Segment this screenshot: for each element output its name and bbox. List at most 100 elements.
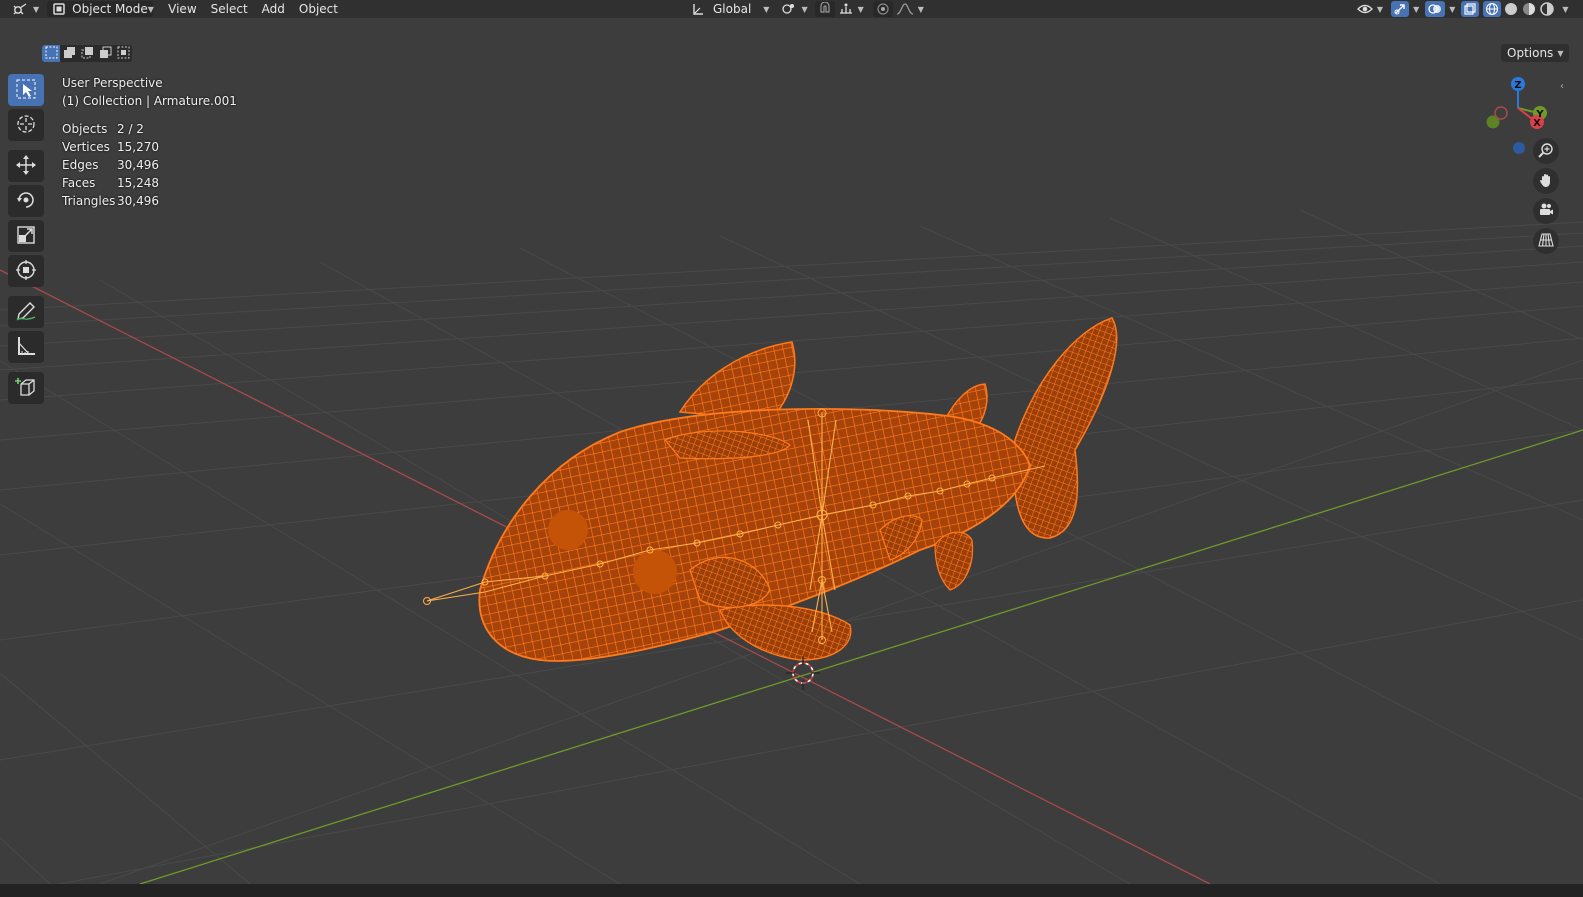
select-invert-button[interactable] (96, 45, 114, 62)
stat-row: Objects 2 / 2 (62, 120, 237, 138)
pan-button[interactable] (1533, 168, 1559, 194)
orientation-icon (691, 2, 705, 16)
perspective-toggle-button[interactable] (1533, 228, 1559, 254)
gizmo-x-label: X (1533, 118, 1541, 129)
falloff-curve-icon (896, 2, 914, 16)
tool-transform[interactable] (7, 255, 44, 287)
stat-value: 30,496 (117, 158, 159, 172)
stat-row: Faces 15,248 (62, 174, 237, 192)
scale-icon (15, 224, 37, 249)
menu-add[interactable]: Add (257, 1, 290, 17)
tail-fin[interactable] (1013, 317, 1118, 539)
eye-icon (1356, 2, 1373, 16)
fish-mesh[interactable] (478, 317, 1118, 662)
stat-row: Edges 30,496 (62, 156, 237, 174)
chevron-down-icon: ▼ (1413, 4, 1420, 14)
stat-label: Edges (62, 158, 99, 172)
stat-value: 15,248 (117, 176, 159, 190)
shading-solid-button[interactable] (1502, 1, 1520, 17)
menu-select[interactable]: Select (206, 1, 253, 17)
stat-label: Triangles (62, 194, 116, 208)
object-mode-icon (52, 2, 66, 16)
options-label: Options (1507, 46, 1554, 60)
editor-type-button[interactable]: ▼ (6, 1, 44, 17)
add-cube-icon (14, 376, 37, 401)
proportional-edit-toggle[interactable] (872, 1, 893, 17)
transform-orientation-dropdown[interactable]: Global ▼ (686, 1, 774, 17)
overlays-icon (1425, 1, 1446, 17)
sidebar-expand-arrow[interactable]: ‹ (1560, 81, 1564, 92)
zoom-icon (1538, 142, 1554, 161)
menu-object[interactable]: Object (294, 1, 343, 17)
tool-add-cube[interactable] (7, 372, 44, 404)
gizmo-toggle[interactable]: ▼ (1388, 1, 1422, 17)
camera-icon (1538, 202, 1554, 221)
select-invert-icon (99, 46, 112, 62)
chevron-down-icon: ▼ (801, 4, 808, 14)
3d-viewport[interactable]: Options ▼ User Perspective (1) Collectio… (0, 18, 1583, 884)
options-dropdown[interactable]: Options ▼ (1501, 44, 1570, 62)
eye-left[interactable] (548, 510, 588, 550)
transform-icon (15, 259, 37, 284)
orientation-label: Global (713, 2, 752, 16)
chevron-down-icon: ▼ (1557, 48, 1564, 58)
gizmo-icon (1391, 1, 1410, 17)
pivot-icon (781, 2, 797, 16)
select-subtract-button[interactable] (78, 45, 96, 62)
solid-sphere-icon (1503, 2, 1519, 16)
viewport-info-overlay: User Perspective (1) Collection | Armatu… (62, 74, 237, 210)
stat-row: Vertices 15,270 (62, 138, 237, 156)
proportional-edit-icon (876, 2, 890, 16)
zoom-button[interactable] (1533, 138, 1559, 164)
viewport-scene[interactable] (0, 18, 1583, 884)
shading-options-dropdown[interactable]: ▼ (1556, 1, 1570, 17)
tool-select-box[interactable] (7, 74, 44, 106)
stat-value: 30,496 (117, 194, 159, 208)
snap-toggle[interactable] (814, 1, 835, 17)
falloff-dropdown[interactable]: ▼ (893, 1, 927, 17)
xray-toggle[interactable] (1458, 1, 1482, 17)
camera-view-button[interactable] (1533, 198, 1559, 224)
pelvic-fin[interactable] (934, 531, 974, 591)
tool-scale[interactable] (7, 220, 44, 252)
chevron-down-icon: ▼ (917, 4, 924, 14)
perspective-label: User Perspective (62, 76, 163, 90)
collection-label: (1) Collection | Armature.001 (62, 94, 237, 108)
select-intersect-button[interactable] (114, 45, 132, 62)
tool-cursor[interactable] (7, 109, 44, 141)
select-extend-button[interactable] (60, 45, 78, 62)
pivot-point-dropdown[interactable]: ▼ (776, 1, 812, 17)
chevron-down-icon: ▼ (1376, 4, 1384, 14)
belly-fin[interactable] (719, 604, 852, 661)
snap-target-dropdown[interactable]: ▼ (835, 1, 867, 17)
chevron-down-icon: ▼ (147, 4, 154, 14)
wireframe-sphere-icon (1483, 1, 1502, 17)
overlay-toggle[interactable]: ▼ (1422, 1, 1458, 17)
selection-mode-group (42, 45, 132, 62)
shading-wireframe-button[interactable] (1482, 1, 1502, 17)
stat-value: 2 / 2 (117, 122, 144, 136)
menu-view[interactable]: View (163, 1, 201, 17)
move-icon (15, 154, 37, 179)
stat-label: Objects (62, 122, 108, 136)
tool-rotate[interactable] (7, 185, 44, 217)
eye-right[interactable] (633, 550, 677, 594)
select-new-button[interactable] (42, 45, 60, 62)
ruler-icon (15, 335, 37, 360)
gizmo-z-label: Z (1514, 80, 1521, 91)
magnet-icon (818, 2, 832, 16)
rotate-icon (15, 189, 37, 214)
snap-increment-icon (838, 2, 854, 16)
shading-rendered-button[interactable] (1538, 1, 1556, 17)
tool-measure[interactable] (7, 331, 44, 363)
status-bar (0, 884, 1583, 897)
viewport-header: ▼ Object Mode ▼ View Select Add Object G… (0, 0, 1583, 18)
cursor-icon (15, 113, 37, 138)
shading-material-button[interactable] (1520, 1, 1538, 17)
select-subtract-icon (81, 46, 94, 62)
select-new-icon (45, 46, 58, 62)
tool-move[interactable] (7, 150, 44, 182)
visibility-dropdown[interactable]: ▼ (1352, 1, 1388, 17)
mode-dropdown[interactable]: Object Mode ▼ (47, 1, 154, 17)
tool-annotate[interactable] (7, 296, 44, 328)
